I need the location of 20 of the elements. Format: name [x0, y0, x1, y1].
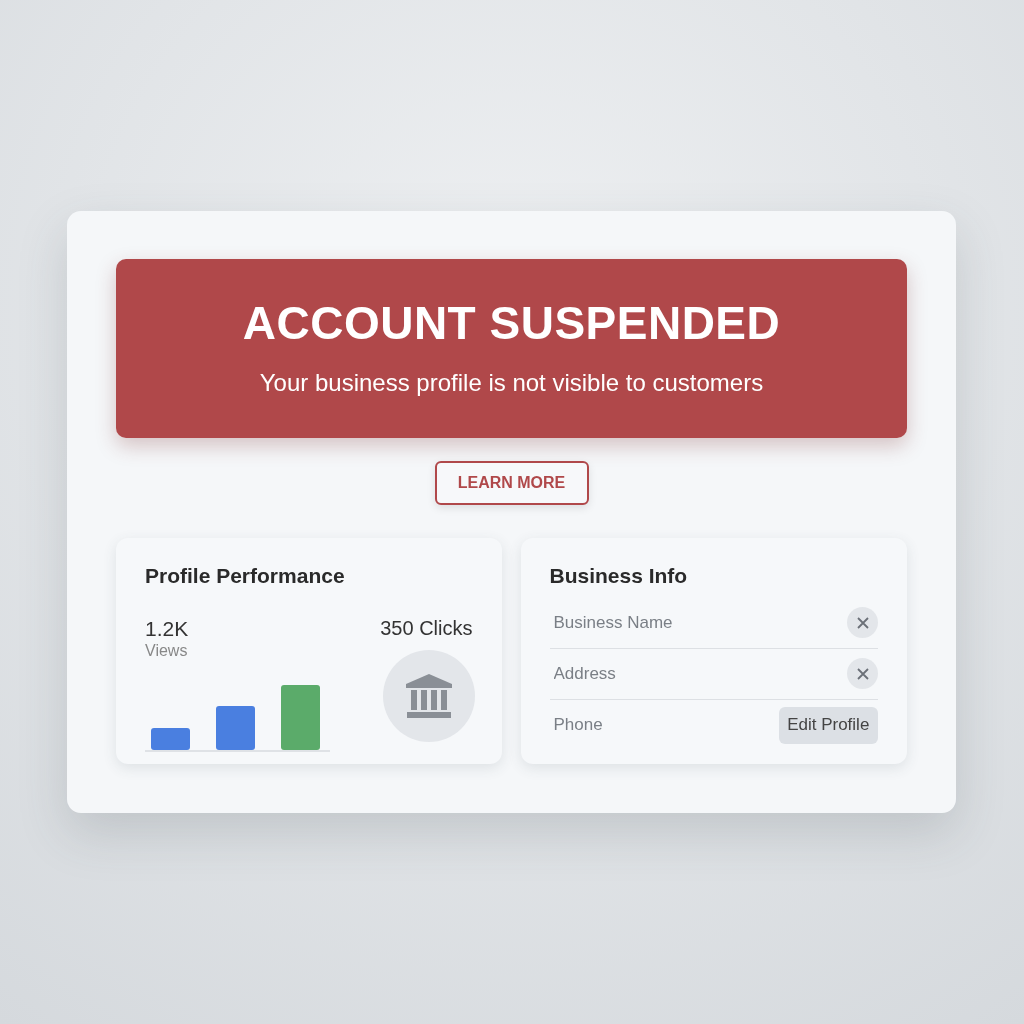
close-icon: [856, 667, 869, 680]
alert-message: Your business profile is not visible to customers: [259, 368, 764, 399]
clear-button[interactable]: [847, 607, 878, 638]
learn-more-button[interactable]: LEARN MORE: [434, 461, 589, 505]
chart-bar: [281, 684, 320, 750]
card-title: Business Info: [549, 563, 689, 589]
views-label: Views: [145, 640, 189, 661]
clear-button[interactable]: [847, 658, 878, 689]
card-title: Profile Performance: [145, 563, 346, 589]
alert-title: ACCOUNT SUSPENDED: [242, 295, 781, 351]
input-field[interactable]: Phone: [549, 712, 779, 738]
edit-profile-button[interactable]: Edit Profile: [778, 706, 878, 744]
clicks-count: 350 Clicks: [380, 617, 473, 638]
close-icon: [856, 616, 869, 629]
input-field[interactable]: Address: [549, 660, 847, 687]
bank-icon: [405, 673, 452, 718]
views-count: 1.2K: [145, 617, 190, 639]
chart-bar: [151, 727, 190, 750]
input-field[interactable]: Business Name: [549, 609, 847, 636]
chart-bar: [216, 705, 255, 750]
